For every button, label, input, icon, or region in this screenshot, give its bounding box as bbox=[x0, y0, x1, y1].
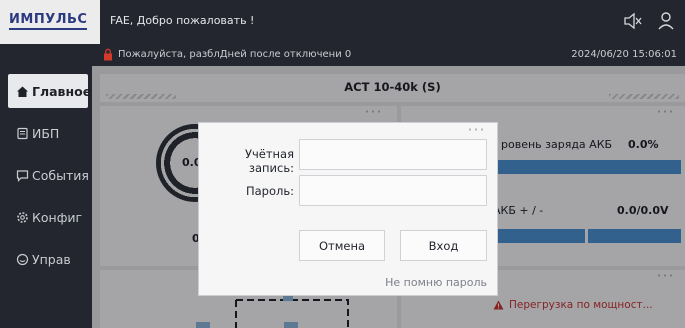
dialog-menu-dots bbox=[467, 128, 485, 131]
password-label: Пароль: bbox=[245, 184, 294, 198]
sidebar-item-control[interactable]: Управ bbox=[8, 242, 88, 276]
alert-bar: Пожалуйста, разблДней после отключени 0 … bbox=[0, 44, 685, 66]
sidebar-item-home[interactable]: Главное bbox=[8, 74, 92, 108]
alert-message: Пожалуйста, разблДней после отключени 0 bbox=[118, 49, 352, 60]
sidebar-item-events[interactable]: События bbox=[8, 158, 89, 192]
system-datetime: 2024/06/20 15:06:01 bbox=[571, 49, 677, 60]
sidebar-item-label: События bbox=[32, 167, 89, 183]
message-icon bbox=[16, 169, 29, 182]
sidebar-item-label: Управ bbox=[32, 251, 71, 267]
ups-icon bbox=[17, 127, 28, 139]
logo-text: ИМПУЛЬС bbox=[9, 12, 88, 30]
login-button[interactable]: Вход bbox=[400, 230, 487, 261]
cancel-button[interactable]: Отмена bbox=[299, 230, 385, 261]
sidebar-item-ups[interactable]: ИБП bbox=[8, 116, 88, 150]
forgot-password-link[interactable]: Не помню пароль bbox=[385, 276, 487, 289]
speaker-muted-icon[interactable] bbox=[622, 10, 642, 32]
brand-logo: ИМПУЛЬС bbox=[0, 0, 100, 44]
lock-icon bbox=[104, 48, 112, 61]
sidebar-item-label: Главное bbox=[32, 83, 92, 99]
sidebar-item-config[interactable]: Конфиг bbox=[8, 200, 88, 234]
sidebar-item-label: Конфиг bbox=[32, 209, 83, 225]
account-input[interactable] bbox=[299, 139, 487, 170]
login-dialog: Учётная запись: Пароль: Отмена Вход Не п… bbox=[198, 122, 498, 296]
user-icon[interactable] bbox=[656, 10, 676, 32]
account-label: Учётная запись: bbox=[244, 147, 294, 175]
password-input[interactable] bbox=[299, 175, 487, 206]
sidebar-nav: Главное ИБП События Конфиг Управ bbox=[0, 66, 92, 328]
top-bar: ИМПУЛЬС FAE, Добро пожаловать ! bbox=[0, 0, 685, 44]
gear-icon bbox=[17, 211, 28, 223]
control-icon bbox=[16, 253, 29, 265]
home-icon bbox=[17, 86, 28, 97]
sidebar-item-label: ИБП bbox=[32, 125, 60, 141]
welcome-message: FAE, Добро пожаловать ! bbox=[110, 14, 255, 27]
